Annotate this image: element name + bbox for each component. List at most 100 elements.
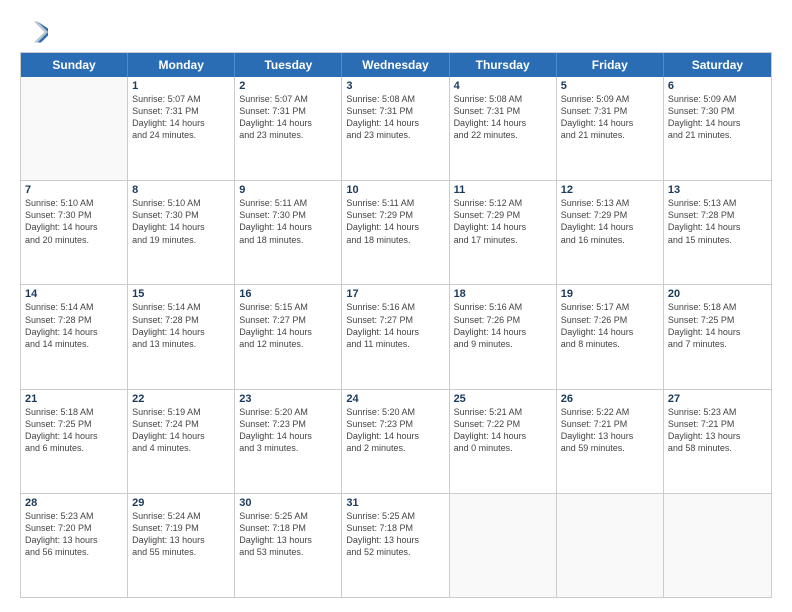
calendar-body: 1Sunrise: 5:07 AM Sunset: 7:31 PM Daylig… bbox=[21, 77, 771, 597]
day-number: 1 bbox=[132, 80, 230, 92]
day-info: Sunrise: 5:09 AM Sunset: 7:30 PM Dayligh… bbox=[668, 93, 767, 142]
day-cell-24: 24Sunrise: 5:20 AM Sunset: 7:23 PM Dayli… bbox=[342, 390, 449, 493]
header-day-sunday: Sunday bbox=[21, 53, 128, 77]
day-info: Sunrise: 5:07 AM Sunset: 7:31 PM Dayligh… bbox=[132, 93, 230, 142]
day-cell-6: 6Sunrise: 5:09 AM Sunset: 7:30 PM Daylig… bbox=[664, 77, 771, 180]
day-info: Sunrise: 5:13 AM Sunset: 7:29 PM Dayligh… bbox=[561, 197, 659, 246]
day-number: 19 bbox=[561, 288, 659, 300]
day-cell-25: 25Sunrise: 5:21 AM Sunset: 7:22 PM Dayli… bbox=[450, 390, 557, 493]
day-info: Sunrise: 5:15 AM Sunset: 7:27 PM Dayligh… bbox=[239, 301, 337, 350]
day-cell-18: 18Sunrise: 5:16 AM Sunset: 7:26 PM Dayli… bbox=[450, 285, 557, 388]
week-row-2: 7Sunrise: 5:10 AM Sunset: 7:30 PM Daylig… bbox=[21, 181, 771, 285]
logo bbox=[20, 18, 52, 46]
empty-cell-0-0 bbox=[21, 77, 128, 180]
day-cell-13: 13Sunrise: 5:13 AM Sunset: 7:28 PM Dayli… bbox=[664, 181, 771, 284]
day-number: 7 bbox=[25, 184, 123, 196]
header-day-saturday: Saturday bbox=[664, 53, 771, 77]
day-number: 13 bbox=[668, 184, 767, 196]
day-info: Sunrise: 5:24 AM Sunset: 7:19 PM Dayligh… bbox=[132, 510, 230, 559]
day-cell-12: 12Sunrise: 5:13 AM Sunset: 7:29 PM Dayli… bbox=[557, 181, 664, 284]
day-number: 6 bbox=[668, 80, 767, 92]
day-cell-16: 16Sunrise: 5:15 AM Sunset: 7:27 PM Dayli… bbox=[235, 285, 342, 388]
day-number: 2 bbox=[239, 80, 337, 92]
header-day-wednesday: Wednesday bbox=[342, 53, 449, 77]
week-row-4: 21Sunrise: 5:18 AM Sunset: 7:25 PM Dayli… bbox=[21, 390, 771, 494]
day-number: 10 bbox=[346, 184, 444, 196]
day-info: Sunrise: 5:10 AM Sunset: 7:30 PM Dayligh… bbox=[25, 197, 123, 246]
day-cell-1: 1Sunrise: 5:07 AM Sunset: 7:31 PM Daylig… bbox=[128, 77, 235, 180]
day-number: 16 bbox=[239, 288, 337, 300]
day-cell-20: 20Sunrise: 5:18 AM Sunset: 7:25 PM Dayli… bbox=[664, 285, 771, 388]
day-number: 24 bbox=[346, 393, 444, 405]
day-info: Sunrise: 5:09 AM Sunset: 7:31 PM Dayligh… bbox=[561, 93, 659, 142]
day-info: Sunrise: 5:16 AM Sunset: 7:27 PM Dayligh… bbox=[346, 301, 444, 350]
calendar: SundayMondayTuesdayWednesdayThursdayFrid… bbox=[20, 52, 772, 598]
day-info: Sunrise: 5:18 AM Sunset: 7:25 PM Dayligh… bbox=[668, 301, 767, 350]
day-number: 27 bbox=[668, 393, 767, 405]
day-cell-2: 2Sunrise: 5:07 AM Sunset: 7:31 PM Daylig… bbox=[235, 77, 342, 180]
day-info: Sunrise: 5:18 AM Sunset: 7:25 PM Dayligh… bbox=[25, 406, 123, 455]
day-number: 25 bbox=[454, 393, 552, 405]
day-cell-29: 29Sunrise: 5:24 AM Sunset: 7:19 PM Dayli… bbox=[128, 494, 235, 597]
day-cell-22: 22Sunrise: 5:19 AM Sunset: 7:24 PM Dayli… bbox=[128, 390, 235, 493]
day-number: 17 bbox=[346, 288, 444, 300]
day-info: Sunrise: 5:20 AM Sunset: 7:23 PM Dayligh… bbox=[239, 406, 337, 455]
day-info: Sunrise: 5:19 AM Sunset: 7:24 PM Dayligh… bbox=[132, 406, 230, 455]
day-info: Sunrise: 5:21 AM Sunset: 7:22 PM Dayligh… bbox=[454, 406, 552, 455]
day-number: 9 bbox=[239, 184, 337, 196]
day-cell-11: 11Sunrise: 5:12 AM Sunset: 7:29 PM Dayli… bbox=[450, 181, 557, 284]
day-cell-21: 21Sunrise: 5:18 AM Sunset: 7:25 PM Dayli… bbox=[21, 390, 128, 493]
day-cell-9: 9Sunrise: 5:11 AM Sunset: 7:30 PM Daylig… bbox=[235, 181, 342, 284]
day-number: 21 bbox=[25, 393, 123, 405]
day-number: 3 bbox=[346, 80, 444, 92]
day-number: 15 bbox=[132, 288, 230, 300]
calendar-header: SundayMondayTuesdayWednesdayThursdayFrid… bbox=[21, 53, 771, 77]
day-number: 20 bbox=[668, 288, 767, 300]
day-info: Sunrise: 5:25 AM Sunset: 7:18 PM Dayligh… bbox=[346, 510, 444, 559]
day-cell-15: 15Sunrise: 5:14 AM Sunset: 7:28 PM Dayli… bbox=[128, 285, 235, 388]
day-info: Sunrise: 5:16 AM Sunset: 7:26 PM Dayligh… bbox=[454, 301, 552, 350]
header-day-friday: Friday bbox=[557, 53, 664, 77]
day-info: Sunrise: 5:23 AM Sunset: 7:21 PM Dayligh… bbox=[668, 406, 767, 455]
day-number: 26 bbox=[561, 393, 659, 405]
day-info: Sunrise: 5:25 AM Sunset: 7:18 PM Dayligh… bbox=[239, 510, 337, 559]
day-cell-7: 7Sunrise: 5:10 AM Sunset: 7:30 PM Daylig… bbox=[21, 181, 128, 284]
header-day-thursday: Thursday bbox=[450, 53, 557, 77]
day-cell-27: 27Sunrise: 5:23 AM Sunset: 7:21 PM Dayli… bbox=[664, 390, 771, 493]
day-cell-3: 3Sunrise: 5:08 AM Sunset: 7:31 PM Daylig… bbox=[342, 77, 449, 180]
day-number: 14 bbox=[25, 288, 123, 300]
header bbox=[20, 18, 772, 46]
day-info: Sunrise: 5:20 AM Sunset: 7:23 PM Dayligh… bbox=[346, 406, 444, 455]
day-cell-28: 28Sunrise: 5:23 AM Sunset: 7:20 PM Dayli… bbox=[21, 494, 128, 597]
day-cell-19: 19Sunrise: 5:17 AM Sunset: 7:26 PM Dayli… bbox=[557, 285, 664, 388]
day-number: 23 bbox=[239, 393, 337, 405]
day-number: 8 bbox=[132, 184, 230, 196]
day-info: Sunrise: 5:14 AM Sunset: 7:28 PM Dayligh… bbox=[132, 301, 230, 350]
day-cell-14: 14Sunrise: 5:14 AM Sunset: 7:28 PM Dayli… bbox=[21, 285, 128, 388]
day-info: Sunrise: 5:08 AM Sunset: 7:31 PM Dayligh… bbox=[346, 93, 444, 142]
day-info: Sunrise: 5:08 AM Sunset: 7:31 PM Dayligh… bbox=[454, 93, 552, 142]
day-cell-4: 4Sunrise: 5:08 AM Sunset: 7:31 PM Daylig… bbox=[450, 77, 557, 180]
day-info: Sunrise: 5:10 AM Sunset: 7:30 PM Dayligh… bbox=[132, 197, 230, 246]
day-info: Sunrise: 5:12 AM Sunset: 7:29 PM Dayligh… bbox=[454, 197, 552, 246]
header-day-tuesday: Tuesday bbox=[235, 53, 342, 77]
day-number: 18 bbox=[454, 288, 552, 300]
empty-cell-4-4 bbox=[450, 494, 557, 597]
day-cell-5: 5Sunrise: 5:09 AM Sunset: 7:31 PM Daylig… bbox=[557, 77, 664, 180]
day-number: 30 bbox=[239, 497, 337, 509]
day-cell-31: 31Sunrise: 5:25 AM Sunset: 7:18 PM Dayli… bbox=[342, 494, 449, 597]
day-info: Sunrise: 5:22 AM Sunset: 7:21 PM Dayligh… bbox=[561, 406, 659, 455]
page: SundayMondayTuesdayWednesdayThursdayFrid… bbox=[0, 0, 792, 612]
day-cell-10: 10Sunrise: 5:11 AM Sunset: 7:29 PM Dayli… bbox=[342, 181, 449, 284]
day-cell-30: 30Sunrise: 5:25 AM Sunset: 7:18 PM Dayli… bbox=[235, 494, 342, 597]
day-info: Sunrise: 5:11 AM Sunset: 7:30 PM Dayligh… bbox=[239, 197, 337, 246]
day-number: 31 bbox=[346, 497, 444, 509]
week-row-1: 1Sunrise: 5:07 AM Sunset: 7:31 PM Daylig… bbox=[21, 77, 771, 181]
day-info: Sunrise: 5:14 AM Sunset: 7:28 PM Dayligh… bbox=[25, 301, 123, 350]
logo-icon bbox=[20, 18, 48, 46]
day-number: 12 bbox=[561, 184, 659, 196]
day-number: 22 bbox=[132, 393, 230, 405]
day-cell-23: 23Sunrise: 5:20 AM Sunset: 7:23 PM Dayli… bbox=[235, 390, 342, 493]
day-info: Sunrise: 5:07 AM Sunset: 7:31 PM Dayligh… bbox=[239, 93, 337, 142]
week-row-5: 28Sunrise: 5:23 AM Sunset: 7:20 PM Dayli… bbox=[21, 494, 771, 597]
